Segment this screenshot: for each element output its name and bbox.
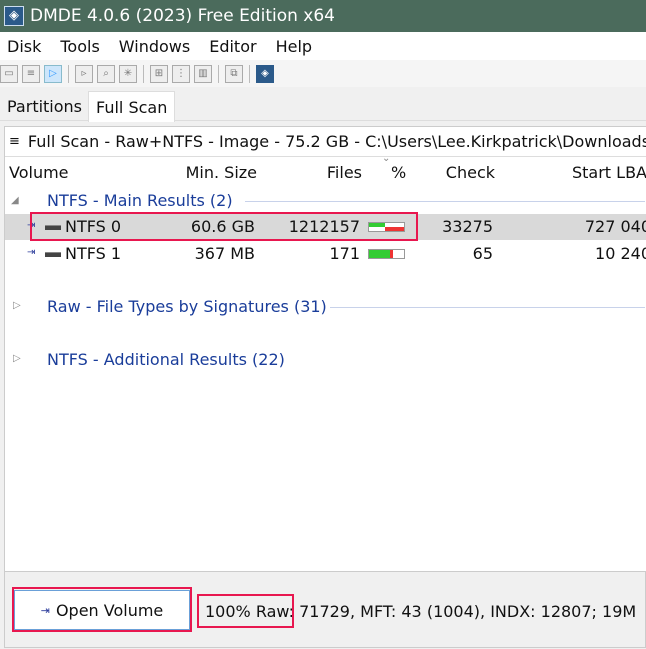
group-label: Raw - File Types by Signatures (31) — [47, 297, 327, 316]
check: 33275 — [442, 217, 493, 236]
tree-icon[interactable]: ⊞ — [150, 64, 168, 83]
col-start-lba[interactable]: Start LBA — [572, 163, 646, 182]
menu-windows[interactable]: Windows — [119, 37, 190, 56]
collapse-icon[interactable]: ◢ — [11, 195, 19, 206]
toolbar: ▭ ≡ ▷ ▹ ⌕ ✳ ⊞ ⋮ ▥ ⧉ ◈ — [0, 60, 646, 87]
play-icon[interactable]: ▷ — [44, 64, 62, 83]
tab-partitions[interactable]: Partitions — [0, 91, 89, 122]
title-bar: ◈ DMDE 4.0.6 (2023) Free Edition x64 — [0, 0, 646, 32]
window-title: DMDE 4.0.6 (2023) Free Edition x64 — [30, 6, 335, 26]
column-header: Volume Min. Size Files ⌄ % Check Start L… — [5, 153, 646, 187]
chart-icon[interactable]: ▥ — [194, 64, 212, 83]
highlight-box — [30, 212, 418, 241]
group-row[interactable]: ▷ Raw - File Types by Signatures (31) — [5, 294, 646, 320]
windows-icon[interactable]: ⧉ — [225, 64, 243, 83]
panel-title-bar: ≡ Full Scan - Raw+NTFS - Image - 75.2 GB… — [5, 127, 646, 157]
files: 171 — [329, 244, 360, 263]
divider — [245, 201, 645, 202]
separator — [249, 64, 250, 83]
check: 65 — [472, 244, 493, 263]
search-icon[interactable]: ⌕ — [97, 64, 115, 83]
table-row[interactable]: ⇥ NTFS 1 367 MB 171 65 10 240 — [5, 241, 646, 267]
separator — [143, 64, 144, 83]
dmde-logo-icon[interactable]: ◈ — [256, 64, 274, 83]
group-row[interactable]: ▷ NTFS - Additional Results (22) — [5, 347, 646, 373]
min-size: 367 MB — [194, 244, 255, 263]
percent-bar — [368, 249, 405, 259]
scan-panel: ≡ Full Scan - Raw+NTFS - Image - 75.2 GB… — [4, 126, 646, 572]
col-check[interactable]: Check — [446, 163, 495, 182]
divider — [330, 307, 645, 308]
col-volume[interactable]: Volume — [9, 163, 69, 182]
start-lba: 10 240 — [595, 244, 646, 263]
status-counts: 71729, MFT: 43 (1004), INDX: 12807; 19M — [294, 602, 637, 621]
new-icon[interactable]: ✳ — [119, 64, 137, 83]
expand-icon[interactable]: ▷ — [13, 353, 21, 364]
group-label: NTFS - Main Results (2) — [47, 191, 233, 210]
list-icon[interactable]: ≡ — [22, 64, 40, 83]
expand-icon[interactable]: ▷ — [13, 300, 21, 311]
grid-icon[interactable]: ⋮ — [172, 64, 190, 83]
open-arrow-icon: ⇥ — [27, 247, 36, 258]
start-lba: 727 040 — [584, 217, 646, 236]
menu-icon[interactable]: ≡ — [9, 134, 20, 149]
sort-chevron-icon: ⌄ — [382, 153, 391, 164]
tab-full-scan[interactable]: Full Scan — [88, 91, 176, 122]
separator — [68, 64, 69, 83]
tab-bar: Partitions Full Scan — [0, 88, 646, 122]
menu-editor[interactable]: Editor — [209, 37, 256, 56]
app-logo-icon: ◈ — [4, 6, 24, 26]
menu-bar: Disk Tools Windows Editor Help — [0, 32, 646, 60]
drive-icon — [45, 252, 61, 257]
highlight-box — [12, 587, 192, 632]
menu-help[interactable]: Help — [276, 37, 312, 56]
volume-name: NTFS 1 — [45, 244, 121, 263]
panel-title: Full Scan - Raw+NTFS - Image - 75.2 GB -… — [27, 132, 646, 151]
separator — [218, 64, 219, 83]
disk-icon[interactable]: ▭ — [0, 64, 18, 83]
highlight-box — [197, 594, 294, 628]
col-files[interactable]: Files — [327, 163, 362, 182]
col-percent[interactable]: % — [391, 163, 406, 182]
menu-disk[interactable]: Disk — [7, 37, 41, 56]
col-min-size[interactable]: Min. Size — [186, 163, 257, 182]
menu-tools[interactable]: Tools — [60, 37, 99, 56]
step-icon[interactable]: ▹ — [75, 64, 93, 83]
group-row[interactable]: ◢ NTFS - Main Results (2) — [5, 188, 646, 214]
group-label: NTFS - Additional Results (22) — [47, 350, 285, 369]
